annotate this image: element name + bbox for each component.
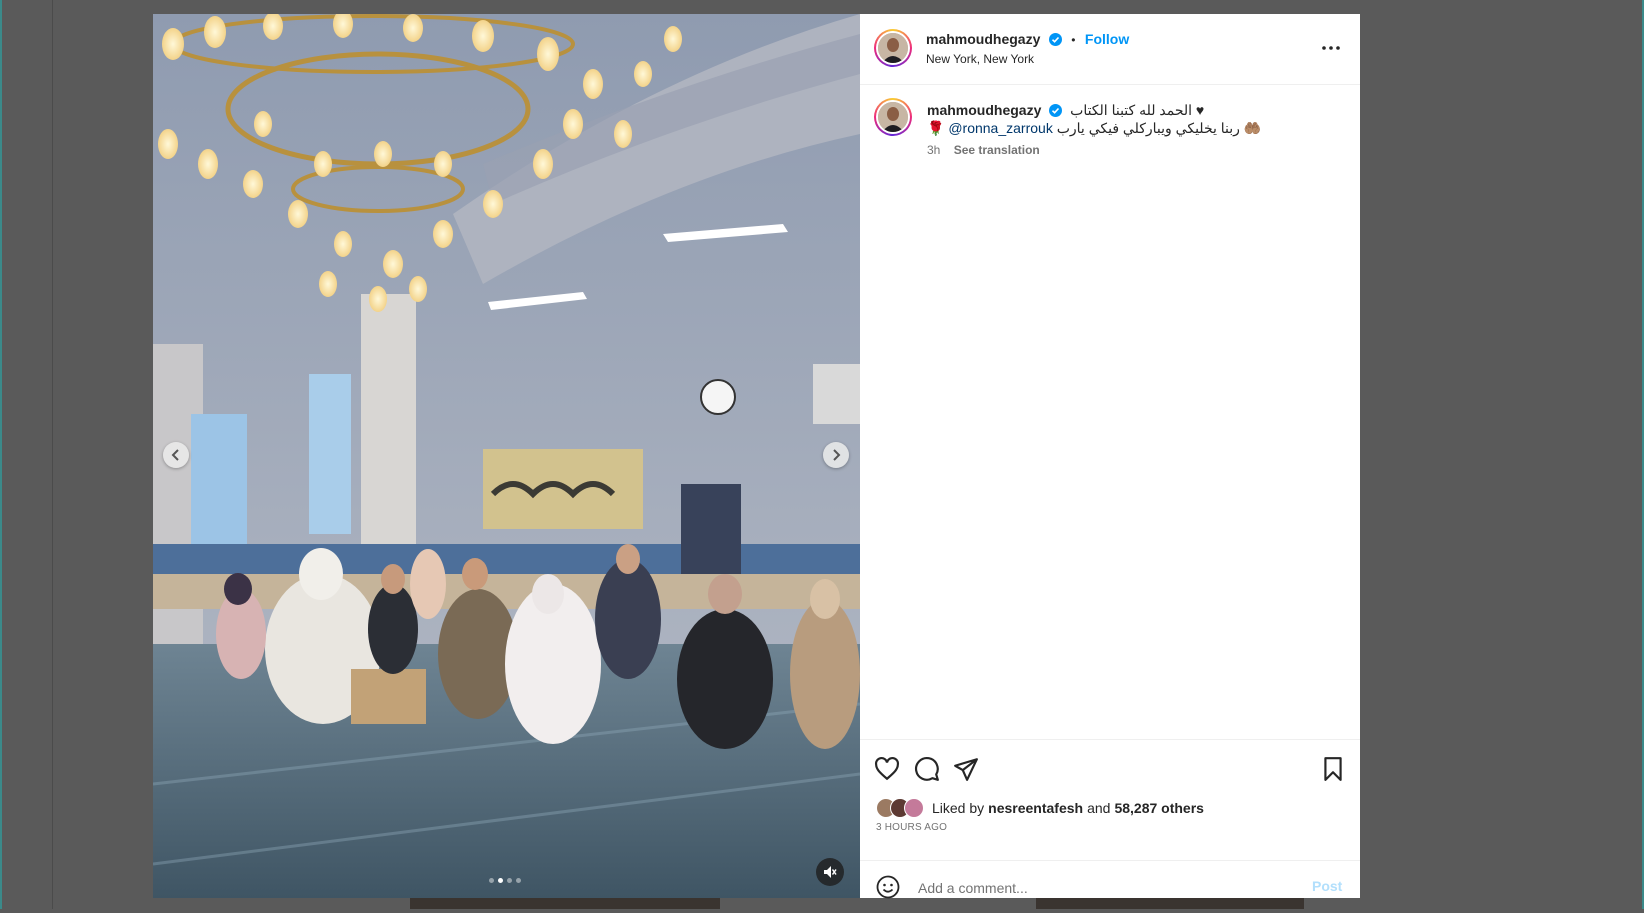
liked-by-others[interactable]: 58,287 others bbox=[1114, 800, 1204, 816]
caption-emoji: 🌹 bbox=[927, 120, 945, 136]
caption-avatar[interactable] bbox=[874, 98, 912, 136]
carousel-dot bbox=[507, 878, 512, 883]
liker-avatars bbox=[876, 798, 928, 818]
heart-icon[interactable] bbox=[874, 756, 900, 782]
comment-input[interactable] bbox=[916, 875, 1300, 901]
background-divider bbox=[52, 0, 53, 909]
post-timestamp[interactable]: 3 HOURS AGO bbox=[876, 822, 947, 833]
smiley-face-icon[interactable] bbox=[876, 875, 900, 899]
post-actions: Liked by nesreentafesh and 58,287 others… bbox=[860, 739, 1360, 910]
caption-username[interactable]: mahmoudhegazy bbox=[927, 102, 1041, 118]
chevron-right-icon bbox=[833, 449, 841, 461]
bookmark-icon[interactable] bbox=[1320, 756, 1346, 782]
carousel-indicator bbox=[489, 878, 521, 883]
comment-bar: Post bbox=[860, 860, 1360, 913]
post-side-panel: mahmoudhegazy • Follow New York, New Yor… bbox=[860, 14, 1360, 901]
comment-bubble-icon[interactable] bbox=[914, 756, 940, 782]
mosque-ceremony-photo bbox=[153, 14, 860, 898]
post-modal: mahmoudhegazy • Follow New York, New Yor… bbox=[153, 14, 1360, 901]
mute-toggle-button[interactable] bbox=[816, 858, 844, 886]
verified-badge-icon bbox=[1048, 33, 1062, 46]
background-post-peek bbox=[410, 897, 720, 909]
caption-line-2: ربنا يخليكي ويباركلي فيكي يارب 🤲🏽 bbox=[1056, 120, 1262, 136]
carousel-dot bbox=[489, 878, 494, 883]
chevron-left-icon bbox=[171, 449, 179, 461]
carousel-prev-button[interactable] bbox=[163, 442, 189, 468]
more-options-icon bbox=[1322, 46, 1340, 50]
carousel-dot bbox=[516, 878, 521, 883]
see-translation-link[interactable]: See translation bbox=[954, 143, 1040, 157]
avatar bbox=[904, 798, 924, 818]
muted-speaker-icon bbox=[824, 866, 837, 878]
likes-summary: Liked by nesreentafesh and 58,287 others bbox=[876, 798, 1204, 818]
post-location[interactable]: New York, New York bbox=[926, 52, 1034, 66]
avatar[interactable] bbox=[874, 29, 912, 67]
verified-badge-icon bbox=[1049, 104, 1063, 117]
post-comment-button[interactable]: Post bbox=[1312, 878, 1342, 894]
post-author-username[interactable]: mahmoudhegazy bbox=[926, 31, 1040, 47]
liked-by-user[interactable]: nesreentafesh bbox=[988, 800, 1083, 816]
carousel-next-button[interactable] bbox=[823, 442, 849, 468]
separator-dot: • bbox=[1071, 33, 1076, 47]
liked-by-prefix: Liked by bbox=[932, 800, 985, 816]
caption-time[interactable]: 3h bbox=[927, 143, 940, 157]
carousel-dot bbox=[498, 878, 503, 883]
window-edge-left bbox=[0, 0, 2, 909]
caption-mention[interactable]: @ronna_zarrouk bbox=[948, 120, 1053, 136]
profile-photo bbox=[878, 102, 908, 132]
post-media[interactable] bbox=[153, 14, 860, 898]
more-options-button[interactable] bbox=[1319, 38, 1343, 58]
profile-photo bbox=[878, 33, 908, 63]
caption-line-1: الحمد لله كتبنا الكتاب ♥ bbox=[1070, 102, 1205, 118]
paper-plane-icon[interactable] bbox=[953, 756, 979, 782]
post-header: mahmoudhegazy • Follow New York, New Yor… bbox=[860, 14, 1360, 85]
follow-button[interactable]: Follow bbox=[1085, 31, 1129, 47]
liked-by-conjunction: and bbox=[1087, 800, 1111, 816]
